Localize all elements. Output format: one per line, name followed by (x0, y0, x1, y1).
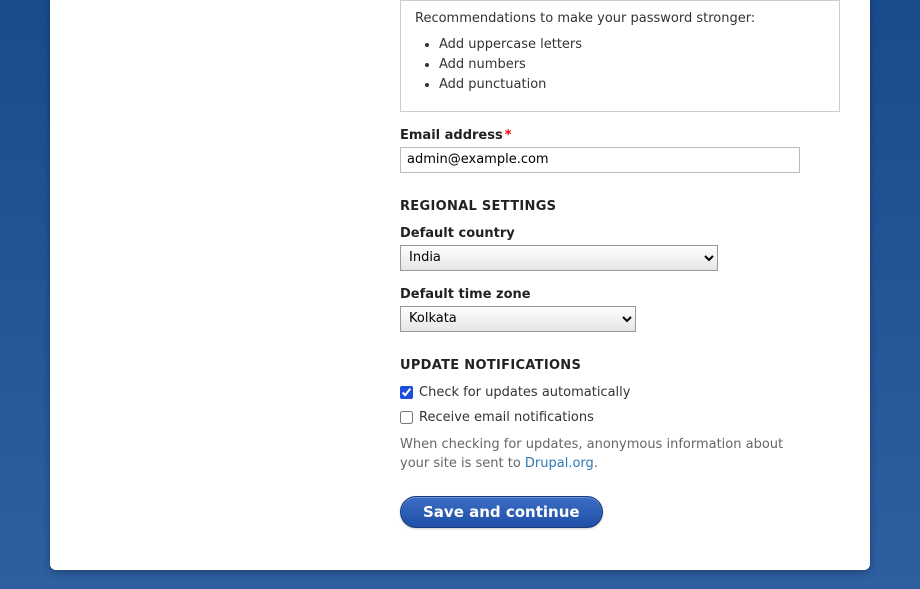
password-tips-box: Recommendations to make your password st… (400, 0, 840, 112)
password-tips-intro: Recommendations to make your password st… (415, 11, 825, 26)
save-continue-button[interactable]: Save and continue (400, 496, 603, 528)
email-notifications-row: Receive email notifications (400, 410, 840, 425)
drupal-org-link[interactable]: Drupal.org (525, 456, 594, 471)
update-help-text: When checking for updates, anonymous inf… (400, 435, 800, 474)
required-marker: * (505, 128, 512, 143)
check-updates-checkbox[interactable] (400, 386, 413, 399)
list-item: Add uppercase letters (439, 36, 825, 54)
list-item: Add punctuation (439, 76, 825, 94)
country-label: Default country (400, 226, 840, 241)
regional-settings-heading: REGIONAL SETTINGS (400, 199, 840, 214)
check-updates-row: Check for updates automatically (400, 385, 840, 400)
email-notifications-label[interactable]: Receive email notifications (419, 410, 594, 425)
email-notifications-checkbox[interactable] (400, 411, 413, 424)
install-panel: Recommendations to make your password st… (50, 0, 870, 570)
timezone-label: Default time zone (400, 287, 840, 302)
form-content: Recommendations to make your password st… (400, 0, 840, 528)
update-notifications-heading: UPDATE NOTIFICATIONS (400, 358, 840, 373)
email-label: Email address* (400, 128, 840, 143)
email-field-group: Email address* (400, 128, 840, 173)
timezone-select[interactable]: Kolkata (400, 306, 636, 332)
list-item: Add numbers (439, 56, 825, 74)
password-tips-list: Add uppercase letters Add numbers Add pu… (439, 36, 825, 95)
timezone-field-group: Default time zone Kolkata (400, 287, 840, 332)
country-field-group: Default country India (400, 226, 840, 271)
country-select[interactable]: India (400, 245, 718, 271)
email-field[interactable] (400, 147, 800, 173)
check-updates-label[interactable]: Check for updates automatically (419, 385, 630, 400)
